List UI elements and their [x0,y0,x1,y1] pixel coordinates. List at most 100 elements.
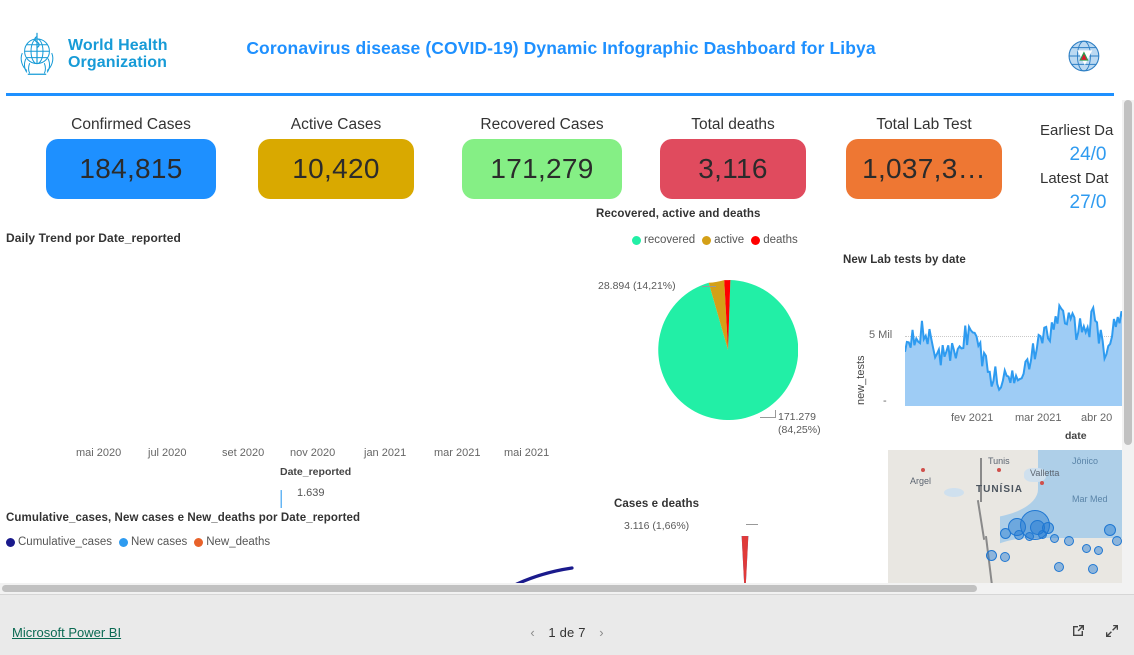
legend-label: Cumulative_cases [18,536,112,548]
legend-item-new-cases[interactable]: New cases [118,536,187,548]
new-lab-tests-area-chart[interactable]: New Lab tests by date new_tests date 5 M… [843,250,1129,450]
kpi-value-pill: 184,815 [46,139,216,199]
map-label-valletta: Valletta [1030,468,1060,478]
chart-legend[interactable]: Cumulative_cases New cases New_deaths [6,536,270,548]
chart-title: New Lab tests by date [843,254,966,266]
pie-callout-deaths: 3.116 (1,66%) [624,520,690,532]
kpi-value-pill: 3,116 [660,139,806,199]
map-bubble[interactable] [1038,530,1047,539]
kpi-value-pill: 171,279 [462,139,622,199]
map-bubble[interactable] [1088,564,1098,574]
map-bubble[interactable] [1054,562,1064,572]
page-title: Coronavirus disease (COVID-19) Dynamic I… [246,38,876,58]
legend-item-new-deaths[interactable]: New_deaths [194,536,270,548]
y-tick: - [883,395,887,407]
legend-item-recovered[interactable]: recovered [632,234,695,246]
map-label-jonico: Jônico [1072,456,1099,466]
kpi-card-total-lab-test[interactable]: Total Lab Test 1,037,3… [846,116,1002,199]
cases-and-deaths-pie[interactable]: Cases e deaths 3.116 (1,66%) [608,494,878,586]
header-accent-rule [6,93,1114,96]
date-range-panel[interactable]: Earliest Da 24/0 Latest Dat 27/0 [1040,120,1134,216]
legend-item-active[interactable]: active [702,234,744,246]
pie-callout-active: 28.894 (14,21%) [598,280,676,292]
chart-title: Recovered, active and deaths [596,208,761,220]
recovered-active-deaths-pie[interactable]: Recovered, active and deaths recovered a… [596,208,852,453]
legend-swatch-icon [751,235,761,245]
chart-title: Cumulative_cases, New cases e New_deaths… [6,512,361,524]
kpi-card-active-cases[interactable]: Active Cases 10,420 [258,116,414,199]
x-tick: abr 20 [1081,412,1113,424]
share-icon[interactable] [1070,623,1086,639]
powerbi-report-viewer: World Health Organization Coronavirus di… [0,0,1134,655]
pie-slice-deaths [741,536,749,586]
map-bubble[interactable] [1064,536,1074,546]
map-lake [944,488,964,497]
map-bubble[interactable] [1000,528,1011,539]
chart-title: Cases e deaths [614,498,700,510]
earliest-date-label: Earliest Da [1040,122,1114,139]
pie-callout-recovered-line1: 171.279 [778,411,816,423]
legend-item-deaths[interactable]: deaths [751,234,798,246]
legend-swatch-icon [194,537,204,547]
covid-cases-map[interactable]: Argel Tunis Valletta TUNÍSIA Jônico Mar … [888,450,1128,586]
footer-actions [1070,623,1120,639]
kpi-card-confirmed-cases[interactable]: Confirmed Cases 184,815 [46,116,216,199]
map-bubble[interactable] [1025,532,1034,541]
kpi-label: Active Cases [290,116,382,133]
map-bubble[interactable] [1094,546,1103,555]
pie-legend[interactable]: recovered active deaths [632,234,798,246]
callout-leader [760,410,776,418]
chart-title: Daily Trend por Date_reported [6,231,181,245]
report-footer: Microsoft Power BI ‹ 1 de 7 › [0,594,1134,655]
cumulative-cases-line-chart[interactable]: Cumulative_cases, New cases e New_deaths… [0,508,600,586]
map-bubble[interactable] [1104,524,1116,536]
next-page-button[interactable]: › [589,625,613,640]
map-bubble[interactable] [1000,552,1010,562]
kpi-value-pill: 10,420 [258,139,414,199]
pie-slices [658,280,798,420]
previous-page-button[interactable]: ‹ [520,625,544,640]
kpi-value-pill: 1,037,3… [846,139,1002,199]
report-header: World Health Organization Coronavirus di… [0,0,1122,98]
x-tick: mai 2020 [76,447,122,459]
page-indicator: 1 de 7 [548,625,586,640]
kpi-value: 10,420 [292,153,380,184]
map-bubble[interactable] [1014,530,1024,540]
map-bubble[interactable] [1082,544,1091,553]
fullscreen-icon[interactable] [1104,623,1120,639]
kpi-value: 3,116 [698,153,768,184]
canvas-vertical-scrollbar[interactable] [1122,100,1134,594]
legend-swatch-icon [6,537,15,547]
daily-trend-bar-chart[interactable]: Daily Trend por Date_reported Daily Tren… [0,228,600,594]
map-bubble[interactable] [1050,534,1059,543]
x-axis-title: date [1065,430,1087,442]
kpi-card-recovered-cases[interactable]: Recovered Cases 171,279 [462,116,622,199]
legend-item-cumulative-cases[interactable]: Cumulative_cases [6,536,112,548]
map-city-dot-argel [921,468,925,472]
x-tick: fev 2021 [951,412,994,424]
map-bubble[interactable] [986,550,997,561]
legend-swatch-icon [632,235,641,245]
map-bubble[interactable] [1112,536,1122,546]
canvas-horizontal-scrollbar[interactable] [0,583,1122,594]
scrollbar-thumb[interactable] [1124,100,1132,445]
map-border [980,458,982,502]
report-canvas: World Health Organization Coronavirus di… [0,0,1134,594]
scrollbar-thumb[interactable] [2,585,977,592]
x-tick: mar 2021 [434,447,481,459]
x-axis-title: Date_reported [280,466,352,478]
cumulative-line [509,566,574,586]
legend-label: recovered [644,234,696,246]
kpi-value: 1,037,3… [862,153,986,184]
x-tick: mai 2021 [504,447,550,459]
x-tick: jul 2020 [148,447,187,459]
map-label-tunis: Tunis [988,456,1010,466]
map-label-tunisia: TUNÍSIA [976,484,1023,495]
page-navigation: ‹ 1 de 7 › [0,625,1134,640]
pie-callout-recovered-line2: (84,25%) [778,424,821,436]
callout-leader [746,524,758,536]
map-city-dot-tunis [997,468,1001,472]
kpi-label: Confirmed Cases [71,116,191,133]
callout-leader [702,286,716,296]
kpi-card-total-deaths[interactable]: Total deaths 3,116 [660,116,806,199]
